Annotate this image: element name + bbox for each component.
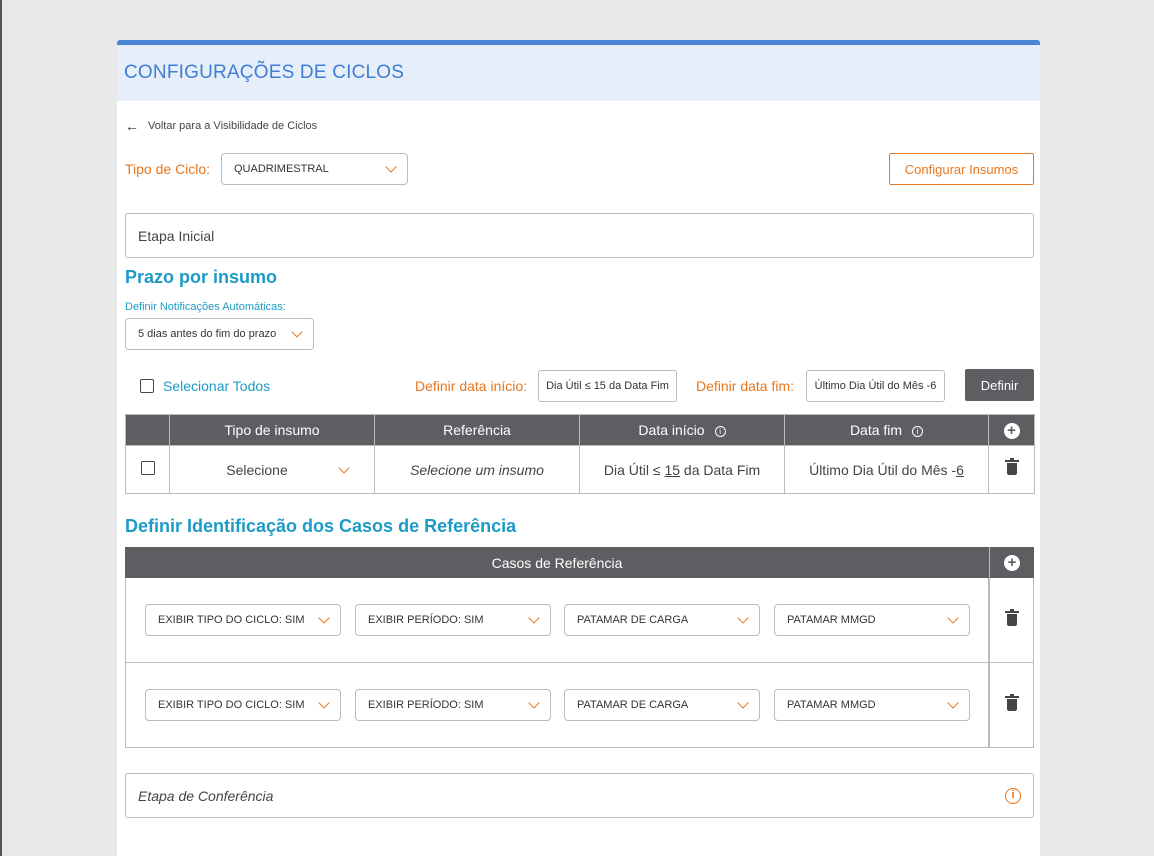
- header-checkbox-cell: [125, 414, 170, 446]
- select-value: PATAMAR MMGD: [787, 699, 876, 711]
- end-date-prefix: Último Dia Útil do Mês -: [809, 461, 957, 478]
- select-value: PATAMAR DE CARGA: [577, 699, 689, 711]
- input-type-select[interactable]: Selecione: [170, 462, 374, 478]
- cycle-type-label: Tipo de Ciclo:: [125, 161, 211, 177]
- header-end-date-label: Data fim: [849, 422, 903, 438]
- header-start-date-label: Data início: [638, 422, 705, 438]
- select-all-label: Selecionar Todos: [163, 378, 271, 394]
- row-delete-cell: [988, 445, 1035, 494]
- select-value: PATAMAR DE CARGA: [577, 614, 689, 626]
- notifications-value: 5 dias antes do fim do prazo: [138, 328, 277, 340]
- row-checkbox-cell: [125, 445, 170, 494]
- start-date-suffix: da Data Fim: [683, 461, 761, 478]
- select-value: EXIBIR TIPO DO CICLO: SIM: [158, 699, 305, 711]
- chevron-down-icon: [947, 612, 959, 624]
- start-date-number[interactable]: 15: [664, 462, 680, 478]
- show-period-select[interactable]: EXIBIR PERÍODO: SIM: [355, 689, 551, 721]
- select-value: PATAMAR MMGD: [787, 614, 876, 626]
- back-link[interactable]: ← Voltar para a Visibilidade de Ciclos: [125, 118, 317, 134]
- reference-add-cell: +: [989, 547, 1034, 578]
- header-start-date: Data início i: [579, 414, 785, 446]
- cycle-type-select[interactable]: QUADRIMESTRAL: [221, 153, 408, 185]
- end-date-label: Definir data fim:: [696, 378, 795, 394]
- select-all[interactable]: Selecionar Todos: [140, 378, 270, 394]
- header-input-type: Tipo de insumo: [169, 414, 375, 446]
- table-header-row: Tipo de insumo Referência Data início i D…: [125, 414, 1035, 446]
- header-add-cell: +: [988, 414, 1035, 446]
- row-end-date-cell: Último Dia Útil do Mês -6: [784, 445, 989, 494]
- info-icon[interactable]: i: [714, 426, 726, 437]
- reference-delete-cell: [989, 578, 1034, 663]
- row-reference-cell: Selecione um insumo: [374, 445, 580, 494]
- conference-stage-label: Etapa de Conferência: [138, 787, 274, 804]
- chevron-down-icon: [291, 326, 303, 338]
- info-icon[interactable]: i: [1005, 787, 1021, 804]
- show-cycle-type-select[interactable]: EXIBIR TIPO DO CICLO: SIM: [145, 689, 341, 721]
- chevron-down-icon: [318, 697, 330, 709]
- show-cycle-type-select[interactable]: EXIBIR TIPO DO CICLO: SIM: [145, 604, 341, 636]
- info-icon[interactable]: i: [912, 426, 924, 437]
- initial-stage-label: Etapa Inicial: [138, 227, 215, 244]
- config-card: CONFIGURAÇÕES DE CICLOS ← Voltar para a …: [117, 40, 1040, 856]
- chevron-down-icon: [338, 461, 350, 474]
- row-checkbox[interactable]: [140, 461, 155, 475]
- end-date-number[interactable]: 6: [956, 462, 964, 478]
- conference-stage-panel[interactable]: Etapa de Conferência i: [125, 773, 1034, 818]
- select-value: EXIBIR PERÍODO: SIM: [368, 699, 484, 711]
- notifications-label: Definir Notificações Automáticas:: [125, 301, 286, 313]
- chevron-down-icon: [528, 697, 540, 709]
- reference-delete-cell: [989, 663, 1034, 748]
- page-title: CONFIGURAÇÕES DE CICLOS: [124, 62, 405, 83]
- inputs-table: Tipo de insumo Referência Data início i D…: [125, 414, 1035, 494]
- card-header: CONFIGURAÇÕES DE CICLOS: [117, 45, 1040, 101]
- reference-row: EXIBIR TIPO DO CICLO: SIM EXIBIR PERÍODO…: [125, 663, 989, 748]
- initial-stage-panel[interactable]: Etapa Inicial: [125, 213, 1034, 258]
- chevron-down-icon: [528, 612, 540, 624]
- cycle-type-value: QUADRIMESTRAL: [234, 163, 329, 175]
- load-level-select[interactable]: PATAMAR DE CARGA: [564, 604, 760, 636]
- end-date-input[interactable]: Último Dia Útil do Mês -6: [806, 370, 945, 402]
- chevron-down-icon: [737, 697, 749, 709]
- notifications-select[interactable]: 5 dias antes do fim do prazo: [125, 318, 314, 350]
- row-input-type-cell[interactable]: Selecione: [169, 445, 375, 494]
- show-period-select[interactable]: EXIBIR PERÍODO: SIM: [355, 604, 551, 636]
- row-start-date-cell: Dia Útil ≤ 15 da Data Fim: [579, 445, 785, 494]
- header-end-date: Data fim i: [784, 414, 989, 446]
- mmgd-level-select[interactable]: PATAMAR MMGD: [774, 689, 970, 721]
- trash-icon[interactable]: [1004, 457, 1019, 475]
- chevron-down-icon: [385, 161, 397, 173]
- arrow-left-icon: ←: [125, 118, 139, 134]
- chevron-down-icon: [318, 612, 330, 624]
- deadline-section-title: Prazo por insumo: [125, 267, 278, 287]
- select-value: EXIBIR PERÍODO: SIM: [368, 614, 484, 626]
- select-value: EXIBIR TIPO DO CICLO: SIM: [158, 614, 305, 626]
- input-type-value: Selecione: [226, 461, 288, 478]
- configure-inputs-button[interactable]: Configurar Insumos: [889, 153, 1034, 185]
- reference-header: Casos de Referência: [125, 547, 989, 578]
- define-button[interactable]: Definir: [965, 369, 1034, 401]
- table-row: Selecione Selecione um insumo Dia Útil ≤…: [125, 445, 1035, 494]
- back-link-label: Voltar para a Visibilidade de Ciclos: [148, 120, 318, 132]
- start-date-prefix: Dia Útil ≤: [603, 461, 661, 478]
- select-all-checkbox[interactable]: [140, 379, 154, 393]
- chevron-down-icon: [737, 612, 749, 624]
- start-date-input[interactable]: Dia Útil ≤ 15 da Data Fim: [538, 370, 677, 402]
- chevron-down-icon: [947, 697, 959, 709]
- reference-row: EXIBIR TIPO DO CICLO: SIM EXIBIR PERÍODO…: [125, 578, 989, 663]
- add-reference-icon[interactable]: +: [1004, 554, 1020, 571]
- trash-icon[interactable]: [1004, 609, 1019, 626]
- mmgd-level-select[interactable]: PATAMAR MMGD: [774, 604, 970, 636]
- reference-section-title: Definir Identificação dos Casos de Refer…: [125, 516, 517, 536]
- load-level-select[interactable]: PATAMAR DE CARGA: [564, 689, 760, 721]
- trash-icon[interactable]: [1004, 694, 1019, 711]
- start-date-label: Definir data início:: [415, 378, 528, 394]
- header-reference: Referência: [374, 414, 580, 446]
- add-row-icon[interactable]: +: [1003, 422, 1020, 439]
